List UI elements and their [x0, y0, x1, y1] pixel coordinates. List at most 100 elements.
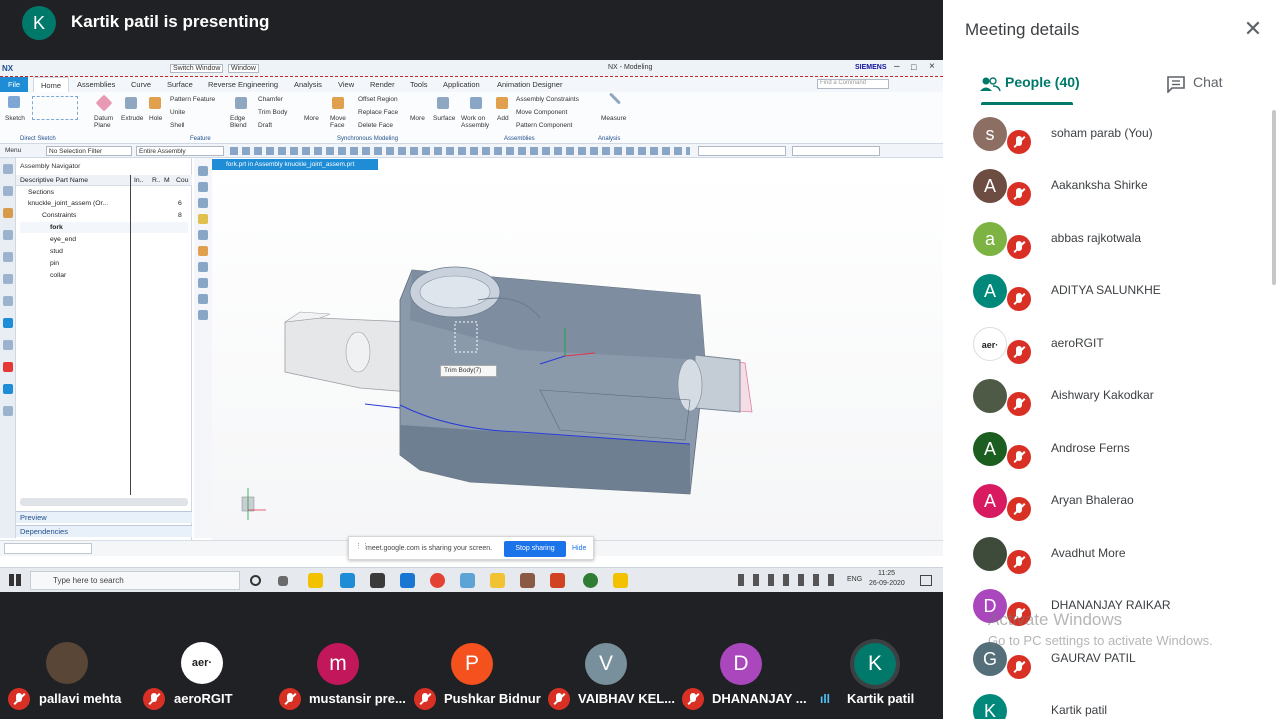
tree-row-collar[interactable]: collar — [20, 270, 188, 281]
measure-button[interactable]: Measure — [601, 115, 626, 122]
tab-chat[interactable]: Chat — [1193, 74, 1223, 90]
notification-icon[interactable] — [920, 575, 932, 586]
edge-blend-icon[interactable] — [235, 97, 247, 109]
close-icon[interactable]: ✕ — [1241, 18, 1265, 42]
col-in[interactable]: In.. — [134, 175, 143, 186]
system-icon[interactable] — [3, 406, 13, 416]
tree-row-stud[interactable]: stud — [20, 246, 188, 257]
process-studio-icon[interactable] — [3, 318, 13, 328]
list-item[interactable]: Aishwary Kakodkar — [943, 370, 1280, 422]
list-item[interactable]: A Androse Ferns — [943, 423, 1280, 475]
col-r[interactable]: R.. — [152, 175, 161, 186]
photos-icon[interactable] — [460, 573, 475, 588]
trim-body-button[interactable]: Trim Body — [258, 109, 287, 116]
fit-icon[interactable] — [198, 246, 208, 256]
add-button[interactable]: Add — [497, 115, 509, 122]
sketch-button[interactable]: Sketch — [5, 115, 25, 122]
dependencies-section[interactable]: Dependencies — [16, 525, 192, 537]
pattern-feature-button[interactable]: Pattern Feature — [170, 96, 215, 103]
col-cou[interactable]: Cou — [176, 175, 188, 186]
datum-plane-icon[interactable] — [95, 94, 113, 112]
minimize-icon[interactable]: – — [894, 61, 900, 72]
list-item[interactable]: A ADITYA SALUNKHE — [943, 265, 1280, 317]
extrude-button[interactable]: Extrude — [121, 115, 143, 122]
scope-dropdown[interactable]: Entire Assembly — [136, 146, 224, 156]
list-item[interactable]: s soham parab (You) — [943, 108, 1280, 160]
pattern-component-button[interactable]: Pattern Component — [516, 122, 572, 129]
part-navigator-icon[interactable] — [3, 208, 13, 218]
tile-avatar-pallavi[interactable] — [46, 642, 88, 684]
tree-row-eye-end[interactable]: eye_end — [20, 234, 188, 245]
close-window-icon[interactable]: × — [929, 61, 935, 72]
assembly-constraints-button[interactable]: Assembly Constraints — [516, 96, 579, 103]
app-autocad2-icon[interactable] — [613, 573, 628, 588]
tab-reverse-engineering[interactable]: Reverse Engineering — [208, 80, 278, 89]
clipboard-icon[interactable] — [198, 294, 208, 304]
filter-dropdown-1[interactable] — [698, 146, 786, 156]
cortana-icon[interactable] — [250, 575, 261, 586]
roles-icon[interactable] — [3, 362, 13, 372]
store-icon[interactable] — [370, 573, 385, 588]
line-icon[interactable] — [198, 198, 208, 208]
tree-row-sections[interactable]: Sections — [20, 187, 188, 198]
windows-start-icon[interactable] — [9, 574, 21, 586]
unite-button[interactable]: Unite — [170, 109, 185, 116]
hole-button[interactable]: Hole — [149, 115, 162, 122]
window-button[interactable]: Window — [228, 64, 259, 73]
list-item[interactable]: A Aryan Bhalerao — [943, 475, 1280, 527]
delete-icon[interactable] — [198, 310, 208, 320]
tab-file[interactable]: File — [0, 77, 28, 92]
system-tray-icons[interactable] — [738, 574, 838, 586]
navigator-hscrollbar[interactable] — [20, 498, 188, 506]
find-command-input[interactable]: Find a Command — [817, 79, 889, 89]
move-face-icon[interactable] — [332, 97, 344, 109]
mail-icon[interactable] — [400, 573, 415, 588]
document-tab[interactable]: fork.prt in Assembly knuckle_joint_assem… — [212, 159, 378, 170]
datum-plane-button[interactable]: Datum Plane — [94, 115, 116, 129]
panel-scrollbar[interactable] — [1272, 110, 1276, 285]
chrome-icon[interactable] — [430, 573, 445, 588]
edge-icon[interactable] — [340, 573, 355, 588]
stop-sharing-button[interactable]: Stop sharing — [504, 541, 566, 557]
file-explorer-icon[interactable] — [490, 573, 505, 588]
offset-region-button[interactable]: Offset Region — [358, 96, 398, 103]
more-sync-button[interactable]: More — [410, 115, 425, 122]
preview-section[interactable]: Preview — [16, 511, 192, 523]
history-icon[interactable] — [3, 296, 13, 306]
add-icon[interactable] — [496, 97, 508, 109]
draft-button[interactable]: Draft — [258, 122, 272, 129]
list-item[interactable]: aer· aeroRGIT — [943, 318, 1280, 370]
hd3d-tools-icon[interactable] — [3, 252, 13, 262]
app-autocad-icon[interactable] — [308, 573, 323, 588]
tree-row-fork[interactable]: fork — [20, 222, 188, 233]
menu-button[interactable]: Menu — [3, 146, 41, 156]
replace-face-button[interactable]: Replace Face — [358, 109, 398, 116]
snip-icon[interactable] — [520, 573, 535, 588]
highlight-icon[interactable] — [198, 214, 208, 224]
work-on-assembly-icon[interactable] — [470, 97, 482, 109]
assembly-navigator-icon[interactable] — [3, 164, 13, 174]
edge-blend-button[interactable]: Edge Blend — [230, 115, 250, 129]
tab-tools[interactable]: Tools — [410, 80, 428, 89]
switch-window-button[interactable]: Switch Window — [170, 64, 224, 73]
filter-dropdown-2[interactable] — [792, 146, 880, 156]
tile-avatar-aerorgit[interactable]: aer· — [181, 642, 223, 684]
tab-home[interactable]: Home — [33, 77, 70, 92]
tab-curve[interactable]: Curve — [131, 80, 151, 89]
reuse-library-icon[interactable] — [3, 230, 13, 240]
sketch-icon[interactable] — [8, 96, 20, 108]
sketch-curve-tools[interactable] — [32, 96, 78, 120]
surface-icon[interactable] — [437, 97, 449, 109]
selection-filter-dropdown[interactable]: No Selection Filter — [46, 146, 132, 156]
tile-avatar-vaibhav[interactable]: V — [585, 643, 627, 685]
list-item[interactable]: A Aakanksha Shirke — [943, 160, 1280, 212]
surface-button[interactable]: Surface — [433, 115, 455, 122]
tab-view[interactable]: View — [338, 80, 354, 89]
knowledge-icon[interactable] — [3, 384, 13, 394]
layer-icon[interactable] — [198, 278, 208, 288]
tab-animation-designer[interactable]: Animation Designer — [497, 80, 562, 89]
clock-time[interactable]: 11:25 — [878, 570, 895, 577]
powerpoint-icon[interactable] — [550, 573, 565, 588]
chamfer-button[interactable]: Chamfer — [258, 96, 283, 103]
maximize-icon[interactable]: □ — [911, 62, 916, 72]
